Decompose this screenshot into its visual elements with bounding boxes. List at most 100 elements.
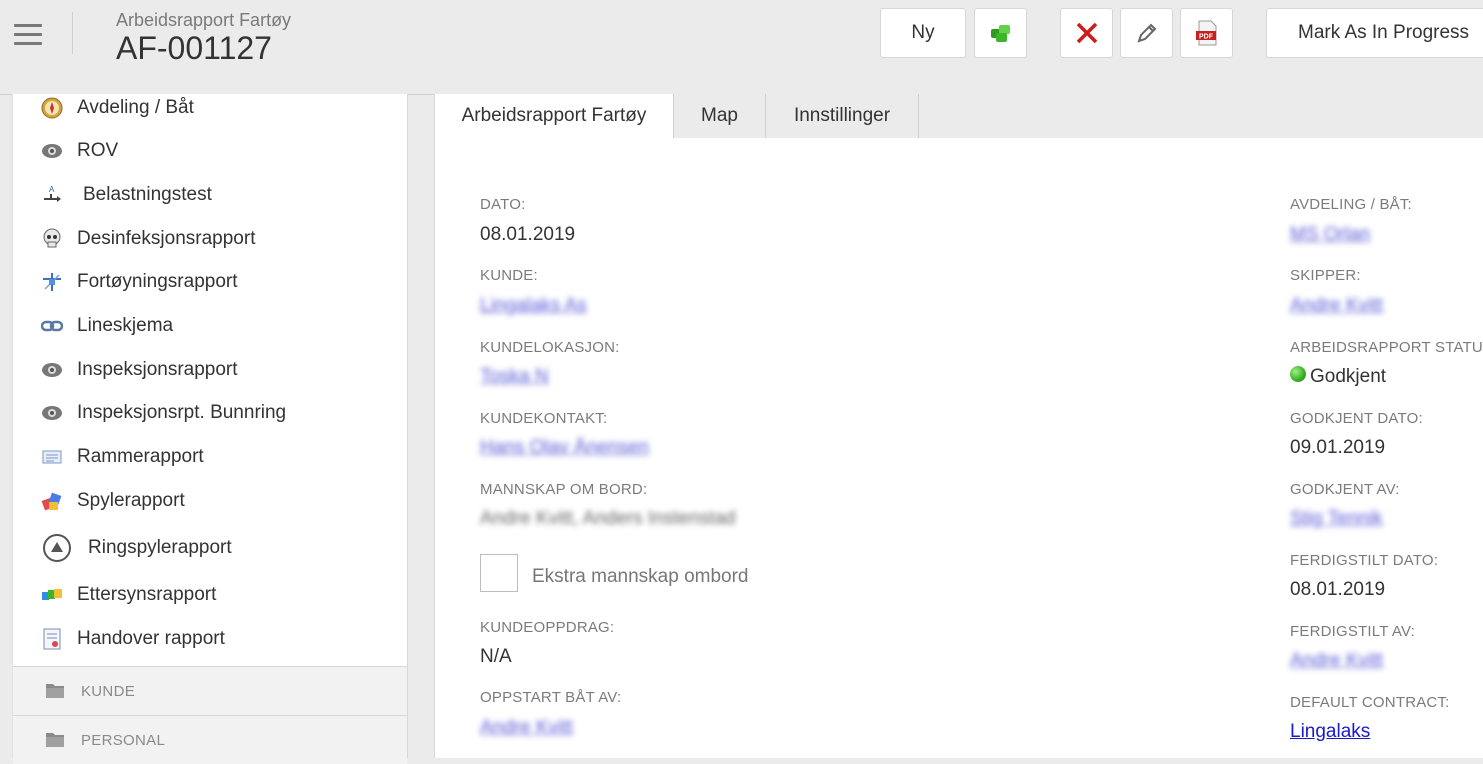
kundelokasjon-label: KUNDELOKASJON: [480,339,620,356]
tab-label: Map [701,105,738,126]
sidebar-item-handover[interactable]: Handover rapport [13,619,407,659]
kundekontakt-link[interactable]: Hans Olav Ånensen [480,437,649,459]
kundeoppdrag-value: N/A [480,646,512,667]
mooring-icon [41,271,63,293]
washer-icon [41,490,63,512]
sidebar-item-label: ROV [77,140,119,161]
sidebar-item-rov[interactable]: ROV [13,131,407,171]
load-test-icon: A [41,184,63,206]
sidebar-item-label: Rammerapport [77,446,204,467]
godkjent-dato-label: GODKJENT DATO: [1290,410,1423,427]
eye-icon [41,359,63,381]
default-contract-link[interactable]: Lingalaks [1290,721,1370,743]
sidebar-item-label: Ringspylerapport [88,537,232,558]
tab-label: Innstillinger [793,105,891,126]
sidebar-item-desinfeksjon[interactable]: Desinfeksjonsrapport [13,219,407,259]
status-value: Godkjent [1310,366,1387,387]
sidebar-item-lineskjema[interactable]: Lineskjema [13,306,407,346]
copy-button[interactable] [974,8,1027,58]
tab-arbeidsrapport[interactable]: Arbeidsrapport Fartøy [435,94,674,138]
folder-icon [45,730,65,753]
tab-bar: Arbeidsrapport Fartøy Map Innstillinger [435,94,1483,138]
page-title: AF-001127 [116,30,272,66]
godkjent-dato-value: 09.01.2019 [1290,437,1386,458]
page-subtitle: Arbeidsrapport Fartøy [116,10,292,30]
sidebar-item-ettersynsrapport[interactable]: Ettersynsrapport [13,575,407,615]
sidebar-item-spylerapport[interactable]: Spylerapport [13,481,407,521]
top-header: Arbeidsrapport Fartøy AF-001127 Ny PDF M… [0,0,1483,95]
godkjent-av-link[interactable]: Stig Tennik [1290,508,1383,530]
frame-icon [41,446,63,468]
section-label: KUNDE [81,682,136,700]
dato-label: DATO: [480,196,526,213]
ferdigstilt-av-label: FERDIGSTILT AV: [1290,623,1415,640]
ferdigstilt-av-link[interactable]: Andre Kvitt [1290,650,1383,672]
mark-in-progress-label: Mark As In Progress [1298,22,1470,43]
sidebar-item-avdeling[interactable]: Avdeling / Båt [13,88,407,128]
sidebar-item-label: Spylerapport [77,490,185,511]
skull-icon [41,228,63,250]
tab-label: Arbeidsrapport Fartøy [461,105,647,126]
kundeoppdrag-label: KUNDEOPPDRAG: [480,619,615,636]
pdf-button[interactable]: PDF [1180,8,1233,58]
oppstart-link[interactable]: Andre Kvitt [480,717,573,739]
delete-x-icon [1076,22,1097,44]
sidebar: Avdeling / Båt ROV A Belastningstest Des… [12,94,408,764]
color-blocks-icon [41,584,63,606]
eye-icon [41,140,63,162]
sidebar-item-label: Fortøyningsrapport [77,271,238,292]
kundelokasjon-link[interactable]: Toska N [480,366,549,388]
compass-icon [41,97,63,119]
sidebar-item-label: Ettersynsrapport [77,584,217,605]
default-contract-label: DEFAULT CONTRACT: [1290,694,1450,711]
chain-link-icon [41,315,63,337]
delete-button[interactable] [1060,8,1113,58]
mark-in-progress-button[interactable]: Mark As In Progress [1266,8,1483,58]
sidebar-item-ringspylerapport[interactable]: Ringspylerapport [13,528,407,568]
sidebar-item-label: Belastningstest [83,184,212,205]
sidebar-item-belastningstest[interactable]: A Belastningstest [13,175,407,215]
section-label: PERSONAL [81,731,166,749]
sidebar-item-rammerapport[interactable]: Rammerapport [13,437,407,477]
ferdigstilt-dato-value: 08.01.2019 [1290,579,1386,600]
triangle-circle-icon [42,533,72,563]
avdeling-label: AVDELING / BÅT: [1290,196,1412,213]
dato-value: 08.01.2019 [480,224,576,245]
edit-button[interactable] [1120,8,1173,58]
sidebar-section-personal[interactable]: PERSONAL [13,715,407,764]
status-green-dot-icon [1290,366,1306,382]
sidebar-item-label: Desinfeksjonsrapport [77,228,256,249]
sidebar-item-label: Handover rapport [77,628,225,649]
document-icon [41,628,63,650]
sidebar-item-label: Inspeksjonsrapport [77,359,238,380]
new-button-label: Ny [911,22,935,43]
skipper-link[interactable]: Andre Kvitt [1290,295,1383,317]
mannskap-label: MANNSKAP OM BORD: [480,481,648,498]
ferdigstilt-dato-label: FERDIGSTILT DATO: [1290,552,1439,569]
sidebar-item-label: Avdeling / Båt [77,97,194,118]
sidebar-item-fortoyning[interactable]: Fortøyningsrapport [13,262,407,302]
svg-text:A: A [49,185,55,194]
kunde-label: KUNDE: [480,267,538,284]
eye-icon [41,402,63,424]
sidebar-item-label: Inspeksjonsrpt. Bunnring [77,402,287,423]
sidebar-section-kunde[interactable]: KUNDE [13,666,407,715]
header-divider [72,12,73,54]
oppstart-label: OPPSTART BÅT AV: [480,689,622,706]
pencil-edit-icon [1136,23,1156,43]
new-button[interactable]: Ny [880,8,966,58]
ekstra-mannskap-checkbox[interactable] [480,554,518,592]
kunde-link[interactable]: Lingalaks As [480,295,587,317]
tab-innstillinger[interactable]: Innstillinger [766,94,919,138]
sidebar-item-inspeksjon[interactable]: Inspeksjonsrapport [13,350,407,390]
copy-green-icon [990,25,1010,42]
ekstra-mannskap-label: Ekstra mannskap ombord [532,566,749,587]
hamburger-menu-icon[interactable] [14,24,42,46]
main-content: Arbeidsrapport Fartøy Map Innstillinger … [434,94,1483,758]
sidebar-item-inspeksjon-bunnring[interactable]: Inspeksjonsrpt. Bunnring [13,393,407,433]
avdeling-link[interactable]: MS Orlan [1290,224,1370,246]
kundekontakt-label: KUNDEKONTAKT: [480,410,608,427]
skipper-label: SKIPPER: [1290,267,1361,284]
tab-map[interactable]: Map [674,94,766,138]
mannskap-value: Andre Kvitt, Anders Instenstad [480,508,736,529]
